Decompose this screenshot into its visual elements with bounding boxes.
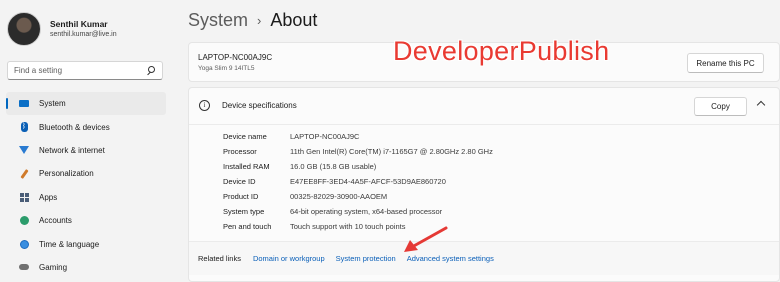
spec-label: System type: [223, 207, 265, 216]
spec-value: 00325-82029-30900-AAOEM: [290, 192, 388, 201]
bluetooth-icon: ᛒ: [20, 122, 28, 133]
profile-text: Senthil Kumar senthil.kumar@live.in: [50, 19, 117, 40]
user-profile[interactable]: Senthil Kumar senthil.kumar@live.in: [7, 12, 117, 46]
divider: [189, 124, 779, 125]
device-name: LAPTOP-NC00AJ9C: [198, 53, 273, 62]
sidebar-item-label: Apps: [39, 192, 58, 202]
sidebar-item-time-language[interactable]: Time & language: [6, 232, 166, 255]
spec-row: Device ID E47EE8FF-3ED4-4A5F-AFCF-53D9AE…: [223, 177, 446, 192]
device-specifications-card: i Device specifications Copy Device name…: [188, 87, 780, 282]
domain-workgroup-link[interactable]: Domain or workgroup: [253, 254, 325, 263]
search-icon[interactable]: [146, 65, 156, 76]
user-email: senthil.kumar@live.in: [50, 30, 117, 38]
sidebar-item-label: Personalization: [39, 169, 94, 179]
spec-label: Device name: [223, 132, 267, 141]
sidebar: Senthil Kumar senthil.kumar@live.in Find…: [0, 0, 172, 282]
user-name: Senthil Kumar: [50, 18, 108, 29]
system-icon: [19, 99, 29, 109]
watermark-text: DeveloperPublish: [393, 36, 610, 66]
sidebar-item-gaming[interactable]: Gaming: [6, 256, 166, 279]
spec-value: E47EE8FF-3ED4-4A5F-AFCF-53D9AE860720: [290, 177, 446, 186]
related-links-label: Related links: [198, 254, 241, 263]
rename-pc-button[interactable]: Rename this PC: [687, 53, 764, 73]
sidebar-item-label: Time & language: [39, 239, 100, 249]
spec-row: Pen and touch Touch support with 10 touc…: [223, 222, 406, 237]
avatar: [7, 12, 41, 46]
info-icon: i: [199, 100, 210, 111]
sidebar-item-label: Bluetooth & devices: [39, 122, 110, 132]
spec-label: Device ID: [223, 177, 256, 186]
sidebar-item-label: Network & internet: [39, 145, 105, 155]
sidebar-item-apps[interactable]: Apps: [6, 186, 166, 209]
sidebar-item-label: System: [39, 99, 66, 109]
person-icon: [19, 216, 29, 226]
annotation-arrow-icon: [404, 226, 448, 252]
spec-value: 64-bit operating system, x64-based proce…: [290, 207, 443, 216]
search-box[interactable]: Find a setting: [7, 61, 163, 80]
spec-row: Device name LAPTOP-NC00AJ9C: [223, 132, 359, 147]
device-model: Yoga Slim 9 14ITL5: [198, 65, 255, 72]
spec-label: Processor: [223, 147, 257, 156]
apps-icon: [19, 192, 29, 202]
sidebar-item-personalization[interactable]: Personalization: [6, 162, 166, 185]
spec-value: LAPTOP-NC00AJ9C: [290, 132, 360, 141]
spec-label: Product ID: [223, 192, 259, 201]
copy-button[interactable]: Copy: [694, 97, 747, 116]
controller-icon: [19, 262, 29, 272]
globe-clock-icon: [19, 239, 29, 249]
spec-row: Processor 11th Gen Intel(R) Core(TM) i7-…: [223, 147, 493, 162]
breadcrumb-separator: ›: [257, 13, 262, 28]
spec-row: Installed RAM 16.0 GB (15.8 GB usable): [223, 162, 376, 177]
wifi-icon: [19, 145, 29, 155]
chevron-up-icon[interactable]: [756, 100, 766, 110]
brush-icon: [19, 168, 29, 179]
spec-label: Pen and touch: [223, 222, 272, 231]
spec-value: 16.0 GB (15.8 GB usable): [290, 162, 377, 171]
specs-header[interactable]: i Device specifications Copy: [189, 88, 779, 124]
sidebar-item-label: Gaming: [39, 262, 68, 272]
specs-title: Device specifications: [222, 101, 297, 110]
spec-row: Product ID 00325-82029-30900-AAOEM: [223, 192, 387, 207]
system-protection-link[interactable]: System protection: [336, 254, 396, 263]
spec-value: 11th Gen Intel(R) Core(TM) i7-1165G7 @ 2…: [290, 147, 493, 156]
sidebar-item-network[interactable]: Network & internet: [6, 139, 166, 162]
page-title: About: [270, 10, 318, 30]
spec-row: System type 64-bit operating system, x64…: [223, 207, 442, 222]
sidebar-item-system[interactable]: System: [6, 92, 166, 116]
related-links: Related links Domain or workgroup System…: [189, 241, 779, 275]
search-input[interactable]: Find a setting: [14, 66, 146, 75]
breadcrumb-parent[interactable]: System: [188, 10, 248, 31]
breadcrumb: System › About: [188, 10, 317, 31]
sidebar-item-label: Accounts: [39, 216, 72, 226]
sidebar-item-bluetooth[interactable]: ᛒ Bluetooth & devices: [6, 115, 166, 138]
spec-value: Touch support with 10 touch points: [290, 222, 406, 231]
sidebar-item-accounts[interactable]: Accounts: [6, 209, 166, 232]
nav-menu: System ᛒ Bluetooth & devices Network & i…: [0, 92, 172, 279]
spec-label: Installed RAM: [223, 162, 270, 171]
